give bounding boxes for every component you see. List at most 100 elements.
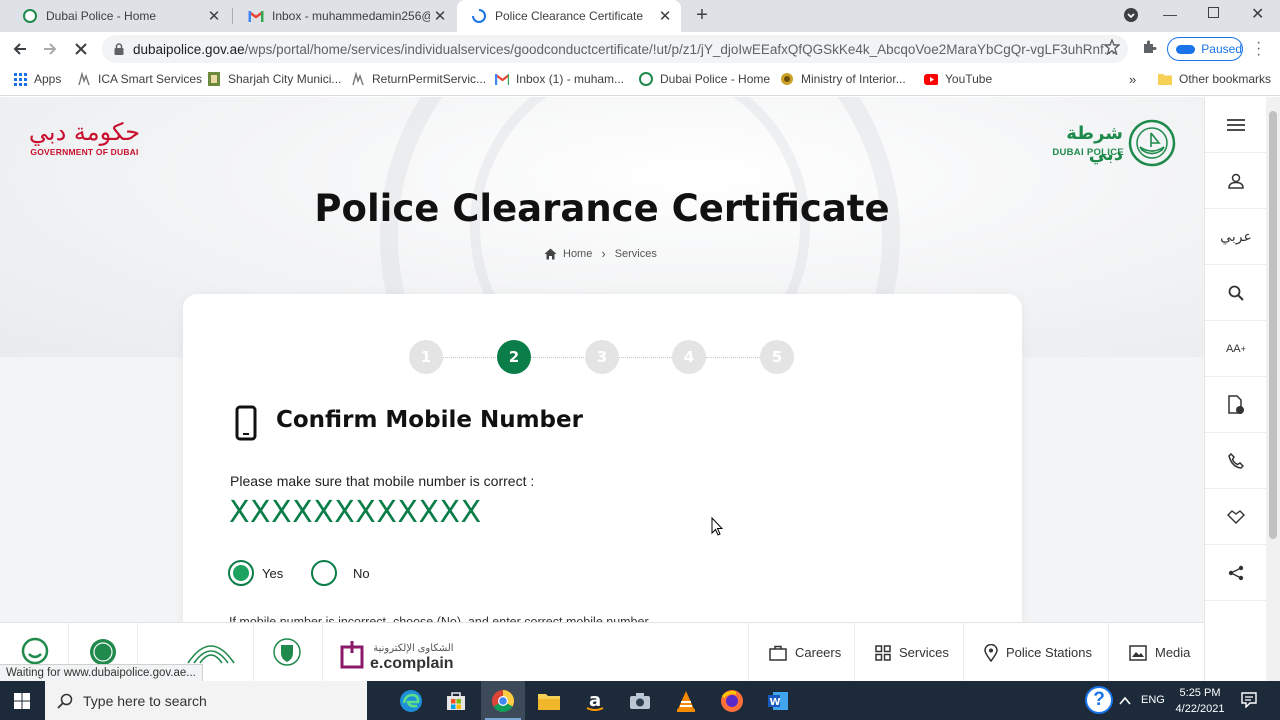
bookmark-label: Inbox (1) - muham...: [516, 72, 625, 86]
chrome-menu-icon[interactable]: · · ·: [1256, 35, 1261, 63]
radio-no[interactable]: No: [311, 560, 370, 586]
taskbar-search-placeholder: Type here to search: [83, 692, 207, 709]
ecomplain-logo[interactable]: الشكاوى الإلكترونية e.complain: [340, 636, 454, 676]
sharjah-icon: [207, 72, 221, 86]
document-info-icon[interactable]: [1205, 377, 1266, 433]
search-icon[interactable]: [1205, 265, 1266, 321]
window-close-icon[interactable]: ✕: [1251, 4, 1264, 24]
vlc-icon[interactable]: [664, 681, 708, 720]
gov-logo-arabic: حكومة دبي: [28, 118, 141, 146]
step-2-active: 2: [497, 340, 531, 374]
footer-logo-cell[interactable]: [254, 623, 323, 681]
breadcrumb-current[interactable]: Services: [615, 248, 657, 260]
government-of-dubai-logo[interactable]: حكومة دبي GOVERNMENT OF DUBAI: [27, 117, 142, 157]
minimize-icon[interactable]: —: [1163, 6, 1177, 22]
ecomplain-arabic: الشكاوى الإلكترونية: [373, 643, 454, 654]
back-icon[interactable]: [7, 36, 33, 62]
close-icon[interactable]: ✕: [204, 7, 224, 25]
fingerprint-logo-icon: [187, 645, 235, 664]
extensions-icon[interactable]: [1141, 39, 1157, 60]
step-1: 1: [409, 340, 443, 374]
media-icon: [1129, 644, 1147, 661]
forward-icon[interactable]: [37, 36, 63, 62]
new-tab-button[interactable]: +: [692, 4, 712, 28]
bookmark-return-permit[interactable]: ReturnPermitServic...: [351, 72, 486, 86]
language-toggle[interactable]: عربي: [1205, 209, 1266, 265]
web-page: حكومة دبي GOVERNMENT OF DUBAI شرطة دبي D…: [0, 97, 1266, 681]
stop-loading-icon[interactable]: [68, 36, 94, 62]
mobile-phone-icon: [235, 405, 257, 441]
camera-icon[interactable]: [618, 681, 662, 720]
ica-icon: [351, 72, 365, 86]
chevron-up-icon[interactable]: [1119, 693, 1131, 711]
page-title: Police Clearance Certificate: [314, 187, 890, 230]
bookmarks-overflow-icon[interactable]: »: [1129, 72, 1136, 87]
bookmark-dubai-police[interactable]: Dubai Police - Home: [639, 72, 770, 86]
footer-link-label: Police Stations: [1006, 645, 1092, 660]
font-size-icon[interactable]: AA +: [1205, 321, 1266, 377]
handshake-icon[interactable]: [1205, 489, 1266, 545]
step-connector: [443, 357, 498, 358]
radio-yes[interactable]: Yes: [228, 560, 283, 586]
bookmark-youtube[interactable]: YouTube: [924, 72, 992, 86]
radio-yes-control[interactable]: [228, 560, 254, 586]
tab-title: Police Clearance Certificate: [495, 9, 644, 23]
step-connector: [531, 357, 586, 358]
bookmark-ica-smart-services[interactable]: ICA Smart Services: [77, 72, 202, 86]
bookmark-star-icon[interactable]: [1103, 38, 1121, 60]
windows-taskbar: Type here to search a W ? ENG 5:25 PM 4/…: [0, 681, 1280, 720]
taskbar-clock[interactable]: 5:25 PM 4/22/2021: [1170, 685, 1230, 717]
youtube-icon: [924, 72, 938, 86]
firefox-icon[interactable]: [710, 681, 754, 720]
language-indicator[interactable]: ENG: [1141, 694, 1165, 706]
close-icon[interactable]: ✕: [655, 7, 675, 25]
tab-search-icon[interactable]: [1124, 8, 1138, 22]
share-icon[interactable]: [1205, 545, 1266, 601]
step-5: 5: [760, 340, 794, 374]
windows-start-icon[interactable]: [0, 681, 44, 720]
bookmark-moi[interactable]: Ministry of Interior...: [780, 72, 906, 86]
scrollbar-thumb[interactable]: [1269, 111, 1277, 539]
footer-link-police-stations[interactable]: Police Stations: [963, 623, 1108, 681]
grid-icon: [875, 644, 891, 661]
menu-icon[interactable]: [1205, 97, 1266, 153]
section-title: Confirm Mobile Number: [276, 407, 583, 433]
taskbar-search-box[interactable]: Type here to search: [45, 681, 367, 720]
address-bar[interactable]: dubaipolice.gov.ae/wps/portal/home/servi…: [102, 35, 1128, 63]
lock-icon: [114, 43, 124, 55]
help-icon[interactable]: ?: [1085, 686, 1113, 714]
breadcrumb-home[interactable]: Home: [563, 248, 592, 260]
page-scrollbar[interactable]: [1266, 97, 1280, 681]
bookmark-label: Ministry of Interior...: [801, 72, 906, 86]
seal-logo-icon: [90, 639, 116, 665]
user-icon[interactable]: [1205, 153, 1266, 209]
chrome-icon[interactable]: [481, 681, 525, 720]
bookmark-inbox[interactable]: Inbox (1) - muham...: [495, 72, 624, 86]
footer-link-careers[interactable]: Careers: [748, 623, 854, 681]
profile-paused-button[interactable]: Paused: [1167, 37, 1243, 61]
store-icon[interactable]: [434, 681, 478, 720]
tab-gmail-inbox[interactable]: Inbox - muhammedamin256@gm ✕: [234, 0, 456, 32]
briefcase-icon: [769, 645, 787, 661]
tab-police-clearance[interactable]: Police Clearance Certificate ✕: [457, 0, 681, 32]
file-explorer-icon[interactable]: [527, 681, 571, 720]
notifications-icon[interactable]: [1241, 692, 1257, 713]
dubai-police-logo[interactable]: شرطة دبي DUBAI POLICE: [1043, 119, 1178, 169]
phone-icon[interactable]: [1205, 433, 1266, 489]
amazon-icon[interactable]: a: [573, 681, 617, 720]
edge-icon[interactable]: [389, 681, 433, 720]
search-icon: [57, 693, 73, 709]
bookmark-sharjah[interactable]: Sharjah City Munici...: [207, 72, 341, 86]
radio-no-control[interactable]: [311, 560, 337, 586]
other-bookmarks[interactable]: Other bookmarks: [1158, 72, 1271, 86]
word-icon[interactable]: W: [756, 681, 800, 720]
bookmark-apps[interactable]: Apps: [13, 72, 61, 86]
close-icon[interactable]: ✕: [430, 7, 450, 25]
maximize-icon[interactable]: [1208, 7, 1219, 18]
folder-icon: [1158, 72, 1172, 86]
police-logo-text: DUBAI POLICE: [1052, 147, 1124, 158]
tab-dubai-police-home[interactable]: Dubai Police - Home ✕: [8, 0, 230, 32]
footer-link-services[interactable]: Services: [854, 623, 963, 681]
footer-link-media[interactable]: Media: [1108, 623, 1204, 681]
tab-title: Dubai Police - Home: [46, 9, 157, 23]
